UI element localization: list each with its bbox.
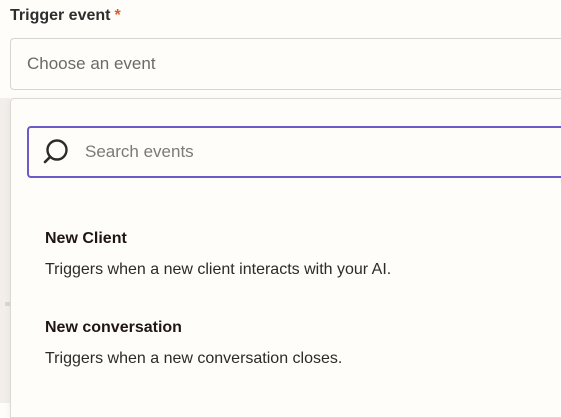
search-box[interactable] <box>27 126 561 178</box>
event-select-placeholder: Choose an event <box>27 54 156 73</box>
search-icon <box>41 137 71 167</box>
event-dropdown: New Client Triggers when a new client in… <box>10 98 561 418</box>
event-option-title: New conversation <box>45 319 182 336</box>
field-label-text: Trigger event <box>10 7 111 24</box>
required-marker: * <box>114 7 121 24</box>
trigger-event-label: Trigger event * <box>10 7 121 25</box>
event-select[interactable]: Choose an event <box>10 38 561 90</box>
event-option-description: Triggers when a new client interacts wit… <box>45 261 392 278</box>
event-option-new-client[interactable]: New Client Triggers when a new client in… <box>45 228 561 281</box>
search-input[interactable] <box>85 132 525 172</box>
event-option-title: New Client <box>45 230 127 247</box>
event-option-description: Triggers when a new conversation closes. <box>45 350 343 367</box>
left-rail <box>0 98 10 403</box>
event-option-new-conversation[interactable]: New conversation Triggers when a new con… <box>45 317 561 370</box>
